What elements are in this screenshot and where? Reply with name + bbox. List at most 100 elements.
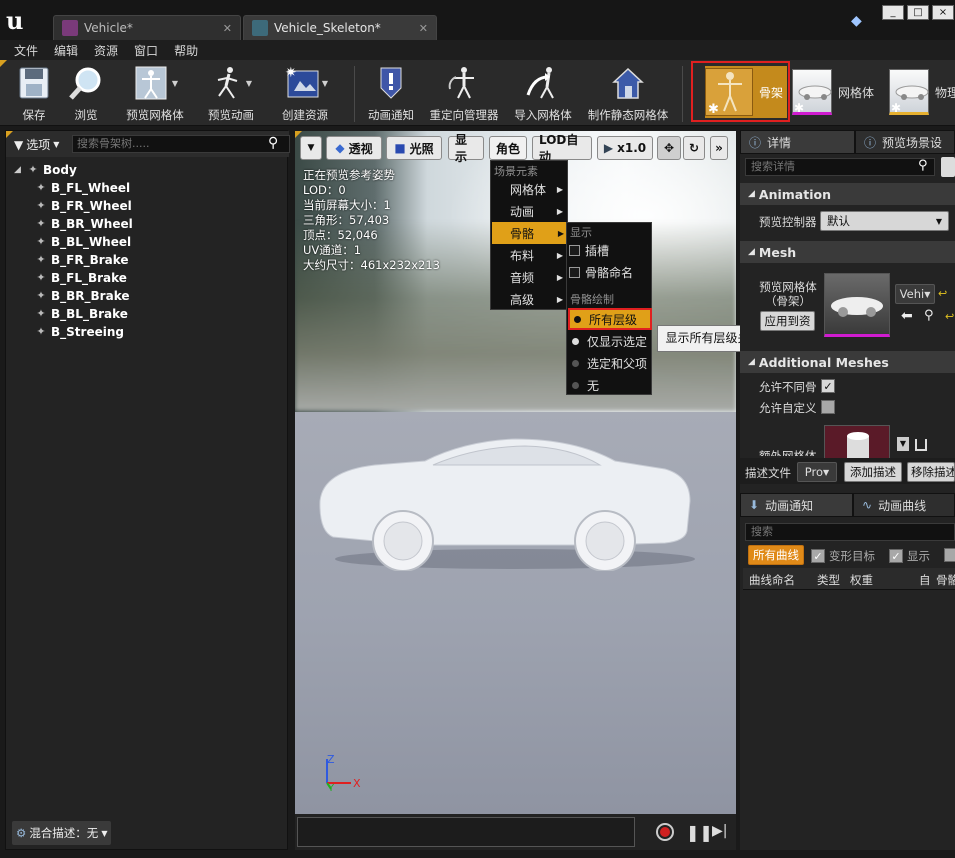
- preview-mesh-button[interactable]: ▼ 预览网格体: [118, 64, 192, 124]
- tree-item-bone[interactable]: ✦ B_BR_Wheel: [34, 215, 132, 233]
- playback-speed-button[interactable]: ▶ x1.0: [597, 136, 653, 160]
- selected-and-parents-radio-item[interactable]: 选定和父项: [568, 352, 652, 374]
- tree-item-bone[interactable]: ✦ B_BL_Wheel: [34, 233, 131, 251]
- show-button[interactable]: 显示: [448, 133, 484, 164]
- expand-icon[interactable]: [915, 439, 927, 451]
- details-search-input[interactable]: 搜索详情: [745, 158, 935, 176]
- morph-target-filter[interactable]: ✓ 变形目标: [811, 548, 875, 564]
- preview-animation-button[interactable]: ▼ 预览动画: [200, 64, 262, 124]
- tab-anim-curves[interactable]: ∿ 动画曲线: [853, 493, 955, 517]
- menu-item-advanced[interactable]: 高级 ▶: [491, 288, 567, 310]
- create-asset-button[interactable]: ✷ ▼ 创建资源: [273, 64, 337, 124]
- tree-item-bone[interactable]: ✦ B_FR_Brake: [34, 251, 128, 269]
- extra-mesh-thumbnail[interactable]: [824, 425, 890, 459]
- save-button[interactable]: 保存: [14, 64, 54, 124]
- use-selected-arrow-icon[interactable]: ⬅: [901, 308, 913, 324]
- expand-arrow-icon[interactable]: ◢: [14, 165, 26, 175]
- translate-tool-button[interactable]: ✥: [657, 136, 681, 160]
- close-icon[interactable]: ✕: [223, 22, 232, 35]
- sockets-checkbox-item[interactable]: 插槽: [569, 239, 651, 261]
- car-mesh[interactable]: [315, 431, 695, 571]
- step-forward-button[interactable]: ▶|: [712, 823, 727, 839]
- tree-item-bone[interactable]: ✦ B_FR_Wheel: [34, 197, 131, 215]
- tree-item-bone[interactable]: ✦ B_FL_Brake: [34, 269, 127, 287]
- menu-file[interactable]: 文件: [6, 40, 46, 60]
- tree-item-body[interactable]: ◢ ✦ Body: [14, 161, 77, 179]
- tab-vehicle[interactable]: Vehicle* ✕: [53, 15, 241, 40]
- curve-search-input[interactable]: 搜索: [745, 523, 955, 541]
- selected-only-radio-item[interactable]: 仅显示选定: [568, 330, 652, 352]
- all-curves-filter[interactable]: 所有曲线: [748, 545, 804, 565]
- timeline-scrubber[interactable]: [297, 817, 635, 847]
- reset-arrow-icon[interactable]: ↩: [938, 287, 947, 300]
- more-options-button[interactable]: »: [710, 136, 728, 160]
- maximize-button[interactable]: □: [907, 5, 929, 20]
- tab-anim-notifies[interactable]: ⬇ 动画通知: [740, 493, 853, 517]
- allow-different-skeletons-checkbox[interactable]: ✓: [821, 379, 835, 393]
- tree-item-bone[interactable]: ✦ B_Streeing: [34, 323, 124, 341]
- menu-item-audio[interactable]: 音频 ▶: [491, 266, 567, 288]
- view-options-button[interactable]: [941, 157, 955, 177]
- profile-dropdown[interactable]: Pro ▼: [797, 462, 837, 482]
- minimize-button[interactable]: _: [882, 5, 904, 20]
- viewport-options-button[interactable]: ▼: [300, 136, 322, 160]
- character-button[interactable]: 角色: [489, 136, 527, 160]
- mode-mesh-button[interactable]: ✱ 网格体: [792, 66, 884, 118]
- skeleton-search-input[interactable]: 搜索骨架树.....: [72, 135, 290, 153]
- section-animation[interactable]: ◢ Animation: [740, 183, 955, 205]
- lighting-button[interactable]: ■ 光照: [386, 136, 442, 160]
- bone-names-checkbox-item[interactable]: 骨骼命名: [569, 261, 651, 283]
- make-static-mesh-button[interactable]: 制作静态网格体: [586, 64, 670, 124]
- tree-item-bone[interactable]: ✦ B_BL_Brake: [34, 305, 128, 323]
- browse-magnifier-icon[interactable]: ⚲: [924, 308, 934, 323]
- feedback-icon[interactable]: ◆: [851, 13, 869, 29]
- chevron-down-icon[interactable]: ▼: [172, 79, 178, 88]
- chevron-down-icon[interactable]: ▼: [246, 79, 252, 88]
- search-icon[interactable]: ⚲: [268, 135, 286, 153]
- mesh-thumbnail[interactable]: [824, 273, 890, 337]
- close-icon[interactable]: ✕: [419, 22, 428, 35]
- remove-profile-button[interactable]: 移除描述: [907, 462, 955, 482]
- record-button[interactable]: [656, 823, 674, 841]
- preview-controller-dropdown[interactable]: 默认 ▼: [820, 211, 949, 231]
- chevron-down-icon[interactable]: ▼: [897, 437, 909, 451]
- browse-button[interactable]: 浏览: [64, 64, 108, 124]
- lod-button[interactable]: LOD自动: [532, 133, 592, 164]
- menu-item-bones[interactable]: 骨骼 ▶: [492, 222, 568, 244]
- none-radio-item[interactable]: 无: [568, 374, 652, 396]
- menu-asset[interactable]: 资源: [86, 40, 126, 60]
- checkbox[interactable]: ✓: [811, 549, 825, 563]
- mode-physics-button[interactable]: ✱ 物理: [889, 66, 955, 118]
- chevron-down-icon[interactable]: ▼: [322, 79, 328, 88]
- section-additional-meshes[interactable]: ◢ Additional Meshes: [740, 351, 955, 373]
- rotate-tool-button[interactable]: ↻: [683, 136, 705, 160]
- tab-preview-scene[interactable]: ⓘ 预览场景设: [855, 130, 955, 154]
- search-icon[interactable]: ⚲: [918, 158, 928, 173]
- checkbox[interactable]: ✓: [944, 548, 955, 562]
- menu-window[interactable]: 窗口: [126, 40, 166, 60]
- menu-edit[interactable]: 编辑: [46, 40, 86, 60]
- tree-item-bone[interactable]: ✦ B_FL_Wheel: [34, 179, 130, 197]
- menu-help[interactable]: 帮助: [166, 40, 206, 60]
- menu-item-mesh[interactable]: 网格体 ▶: [491, 178, 567, 200]
- apply-to-asset-button[interactable]: 应用到资: [760, 311, 815, 331]
- allow-custom-checkbox[interactable]: ✓: [821, 400, 835, 414]
- section-mesh[interactable]: ◢ Mesh: [740, 241, 955, 263]
- retarget-manager-button[interactable]: 重定向管理器: [426, 64, 502, 124]
- checkbox[interactable]: ✓: [889, 549, 903, 563]
- menu-item-animation[interactable]: 动画 ▶: [491, 200, 567, 222]
- show-filter[interactable]: ✓ 显示: [889, 548, 930, 564]
- add-profile-button[interactable]: 添加描述: [844, 462, 902, 482]
- tab-vehicle-skeleton[interactable]: Vehicle_Skeleton* ✕: [243, 15, 437, 40]
- preview-mesh-dropdown[interactable]: Vehi ▼: [895, 284, 935, 304]
- close-window-button[interactable]: ×: [932, 5, 954, 20]
- reset-arrow-icon[interactable]: ↩: [945, 310, 954, 323]
- checkbox[interactable]: [569, 266, 580, 278]
- tab-details[interactable]: ⓘ 详情: [740, 130, 855, 154]
- perspective-button[interactable]: ◆ 透视: [326, 136, 382, 160]
- anim-notify-button[interactable]: 动画通知: [364, 64, 418, 124]
- menu-item-cloth[interactable]: 布料 ▶: [491, 244, 567, 266]
- options-dropdown[interactable]: ▼ 选项 ▼: [14, 136, 59, 153]
- checkbox[interactable]: [569, 244, 580, 256]
- import-mesh-button[interactable]: 导入网格体: [511, 64, 575, 124]
